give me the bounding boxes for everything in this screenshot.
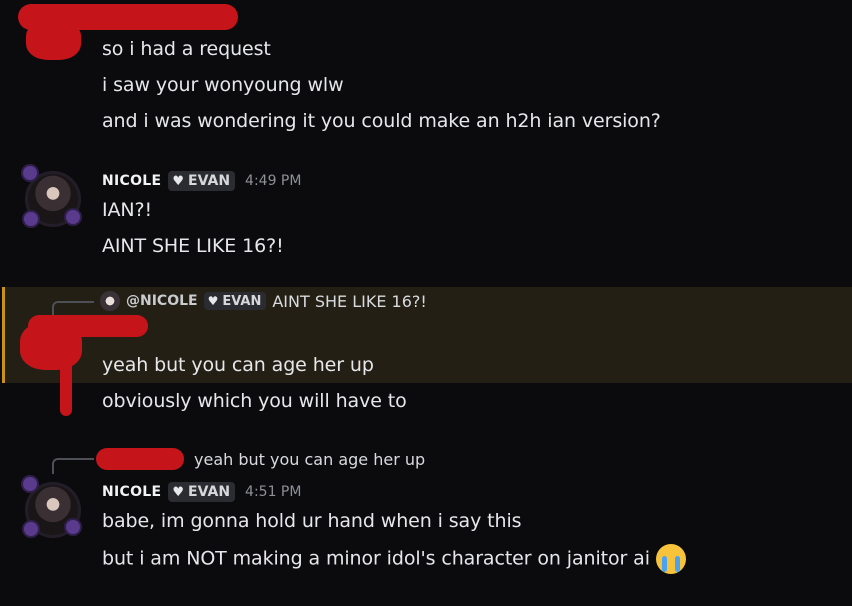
reply-connector xyxy=(52,458,94,474)
server-tag[interactable]: ♥ EVAN xyxy=(168,171,236,191)
username[interactable]: NICOLE xyxy=(102,173,161,189)
avatar-decoration xyxy=(24,522,38,536)
avatar-decoration xyxy=(23,166,37,180)
message-line: so i had a request xyxy=(102,38,271,60)
redacted-avatar xyxy=(26,20,81,60)
reply-reference[interactable]: @NICOLE ♥ EVAN AINT SHE LIKE 16?! xyxy=(100,291,427,311)
message-line: i saw your wonyoung wlw xyxy=(102,74,344,96)
server-tag: ♥ EVAN xyxy=(203,292,267,310)
heart-icon: ♥ xyxy=(172,173,185,189)
reply-preview-text[interactable]: yeah but you can age her up xyxy=(194,450,425,469)
server-tag-label: EVAN xyxy=(188,484,231,500)
message-line: babe, im gonna hold ur hand when i say t… xyxy=(102,510,522,532)
reply-avatar xyxy=(100,291,120,311)
reply-username: @NICOLE xyxy=(126,293,198,309)
redacted-reply-author xyxy=(96,448,184,470)
server-tag-label: EVAN xyxy=(222,293,262,309)
loudly-crying-face-emoji-icon xyxy=(655,544,686,574)
timestamp: 4:49 PM xyxy=(245,173,302,189)
message-header: NICOLE ♥ EVAN 4:51 PM xyxy=(102,482,301,502)
redaction-stroke xyxy=(60,360,72,416)
avatar-decoration xyxy=(66,210,80,224)
redacted-avatar xyxy=(20,322,82,370)
server-tag-label: EVAN xyxy=(188,173,231,189)
server-tag[interactable]: ♥ EVAN xyxy=(168,482,236,502)
timestamp: 4:51 PM xyxy=(245,484,302,500)
message-line: yeah but you can age her up xyxy=(102,354,374,376)
message-line: but i am NOT making a minor idol's chara… xyxy=(102,544,686,574)
heart-icon: ♥ xyxy=(172,484,185,500)
message-line: obviously which you will have to xyxy=(102,390,407,412)
avatar-decoration xyxy=(66,520,80,534)
message-header: NICOLE ♥ EVAN 4:49 PM xyxy=(102,171,301,191)
avatar-decoration xyxy=(24,212,38,226)
message-line: and i was wondering it you could make an… xyxy=(102,110,661,132)
message-line-text: but i am NOT making a minor idol's chara… xyxy=(102,547,650,570)
username[interactable]: NICOLE xyxy=(102,484,161,500)
heart-icon: ♥ xyxy=(207,294,219,308)
avatar-decoration xyxy=(23,477,37,491)
message-line: AINT SHE LIKE 16?! xyxy=(102,235,284,257)
message-line: IAN?! xyxy=(102,199,153,221)
reply-preview-text: AINT SHE LIKE 16?! xyxy=(272,291,427,311)
